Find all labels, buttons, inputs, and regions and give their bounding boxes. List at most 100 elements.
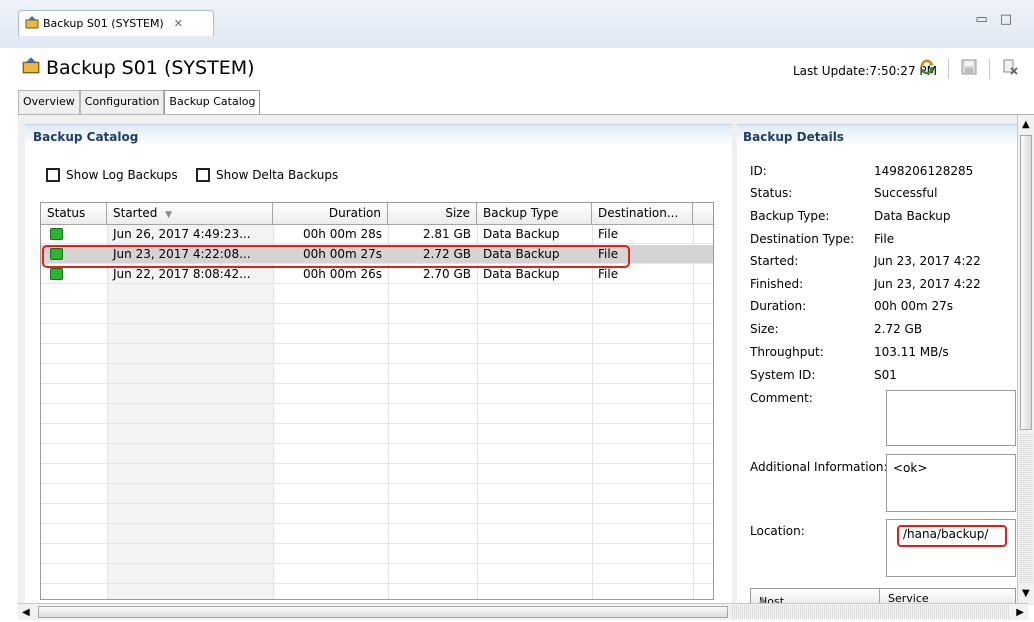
empty-table-row: [41, 325, 713, 344]
scroll-left-arrow-icon[interactable]: ◀: [22, 607, 30, 618]
page-title: Backup S01 (SYSTEM): [22, 56, 255, 79]
column-header-started[interactable]: Started ▼: [107, 203, 273, 225]
header-toolbar: [918, 58, 1018, 79]
empty-table-row: [41, 445, 713, 464]
tab-overview[interactable]: Overview: [18, 90, 80, 115]
page-tabs: Overview Configuration Backup Catalog: [18, 90, 261, 115]
comment-field[interactable]: [886, 390, 1016, 446]
cell-started: Jun 26, 2017 4:49:23...: [113, 227, 251, 241]
cell-duration: 00h 00m 28s: [303, 227, 382, 241]
show-delta-backups-label: Show Delta Backups: [216, 168, 339, 182]
scrollbar-track[interactable]: [732, 605, 1010, 619]
column-header-duration[interactable]: Duration: [273, 203, 388, 225]
scroll-up-arrow-icon[interactable]: ▲: [1022, 119, 1030, 130]
cell-size: 2.81 GB: [422, 227, 471, 241]
detail-label-started: Started:: [750, 254, 799, 268]
empty-table-row: [41, 425, 713, 444]
empty-table-row: [41, 285, 713, 304]
detail-label-size: Size:: [750, 322, 779, 336]
sort-ascending-icon: ▲: [759, 595, 766, 603]
detail-value-finished: Jun 23, 2017 4:22: [874, 277, 981, 291]
column-header-destination[interactable]: Destination...: [592, 203, 693, 225]
detail-value-started: Jun 23, 2017 4:22: [874, 254, 981, 268]
backup-icon: [22, 56, 40, 79]
detail-value-status: Successful: [874, 186, 938, 200]
detail-label-status: Status:: [750, 186, 793, 200]
cell-destination: File: [598, 227, 619, 241]
catalog-section-title: Backup Catalog: [33, 130, 139, 144]
column-header-status[interactable]: Status: [41, 203, 107, 225]
refresh-icon[interactable]: [918, 58, 936, 79]
cancel-icon[interactable]: [1002, 59, 1018, 78]
host-service-table-header: Host ▲ Service: [750, 588, 1016, 603]
close-icon[interactable]: ✕: [174, 17, 183, 30]
empty-table-row: [41, 505, 713, 524]
toolbar-separator: [989, 58, 990, 79]
column-header-service[interactable]: Service: [879, 589, 929, 603]
show-log-backups-label: Show Log Backups: [66, 168, 178, 182]
empty-table-row: [41, 365, 713, 384]
detail-value-duration: 00h 00m 27s: [874, 299, 953, 313]
empty-table-row: [41, 465, 713, 484]
editor-tab[interactable]: Backup S01 (SYSTEM) ✕: [18, 10, 214, 36]
additional-information-label: Additional Information:: [750, 460, 888, 474]
detail-label-destination-type: Destination Type:: [750, 232, 855, 246]
save-icon[interactable]: [961, 59, 977, 78]
table-header: Status Started ▼ Duration Size Backup Ty…: [41, 203, 713, 225]
empty-table-row: [41, 525, 713, 544]
minimize-icon[interactable]: ▭: [975, 12, 999, 27]
detail-value-id: 1498206128285: [874, 164, 974, 178]
details-section-title: Backup Details: [743, 130, 844, 144]
empty-table-row: [41, 485, 713, 504]
location-highlight: [897, 525, 1007, 547]
detail-value-system-id: S01: [874, 368, 897, 382]
backup-editor-icon: [25, 15, 39, 32]
selected-row-highlight: [42, 245, 630, 268]
detail-value-throughput: 103.11 MB/s: [874, 345, 949, 359]
table-row[interactable]: Jun 26, 2017 4:49:23... 00h 00m 28s 2.81…: [41, 225, 713, 244]
tab-configuration[interactable]: Configuration: [79, 90, 165, 115]
status-success-icon: [50, 268, 63, 280]
horizontal-scrollbar[interactable]: ◀ ▶: [18, 603, 1028, 620]
sort-descending-icon: ▼: [165, 210, 173, 220]
checkbox-box[interactable]: [46, 168, 60, 182]
empty-table-row: [41, 345, 713, 364]
column-header-backup-type[interactable]: Backup Type: [477, 203, 592, 225]
column-header-started-label: Started: [113, 206, 158, 220]
detail-label-id: ID:: [750, 164, 767, 178]
editor-tab-title: Backup S01 (SYSTEM): [43, 17, 164, 30]
detail-label-finished: Finished:: [750, 277, 804, 291]
checkbox-box[interactable]: [196, 168, 210, 182]
detail-value-destination-type: File: [874, 232, 895, 246]
empty-table-row: [41, 565, 713, 584]
detail-value-backup-type: Data Backup: [874, 209, 951, 223]
detail-label-backup-type: Backup Type:: [750, 209, 830, 223]
detail-value-size: 2.72 GB: [874, 322, 923, 336]
empty-table-row: [41, 405, 713, 424]
column-header-size[interactable]: Size: [388, 203, 477, 225]
show-log-backups-checkbox[interactable]: Show Log Backups: [46, 168, 178, 182]
scroll-down-arrow-icon[interactable]: ▼: [1022, 588, 1030, 599]
window-controls: ▭□: [975, 12, 1024, 27]
scrollbar-thumb[interactable]: [1020, 135, 1032, 430]
empty-table-row: [41, 585, 713, 599]
location-label: Location:: [750, 524, 805, 538]
scrollbar-thumb[interactable]: [38, 606, 728, 618]
tab-backup-catalog[interactable]: Backup Catalog: [164, 90, 261, 115]
detail-label-throughput: Throughput:: [750, 345, 824, 359]
detail-label-system-id: System ID:: [750, 368, 816, 382]
comment-label: Comment:: [750, 391, 813, 405]
scroll-right-arrow-icon[interactable]: ▶: [1016, 607, 1024, 618]
last-update-label: Last Update:7:50:27 PM: [793, 64, 937, 78]
maximize-icon[interactable]: □: [1000, 12, 1024, 27]
status-success-icon: [50, 228, 63, 240]
vertical-scrollbar[interactable]: ▲ ▼: [1017, 115, 1034, 603]
scrollbar-track[interactable]: [1019, 433, 1033, 583]
cell-backup-type: Data Backup: [483, 227, 560, 241]
additional-information-field[interactable]: <ok>: [886, 454, 1016, 512]
detail-label-duration: Duration:: [750, 299, 807, 313]
page-title-text: Backup S01 (SYSTEM): [46, 56, 255, 79]
show-delta-backups-checkbox[interactable]: Show Delta Backups: [196, 168, 338, 182]
empty-table-row: [41, 385, 713, 404]
empty-table-row: [41, 305, 713, 324]
